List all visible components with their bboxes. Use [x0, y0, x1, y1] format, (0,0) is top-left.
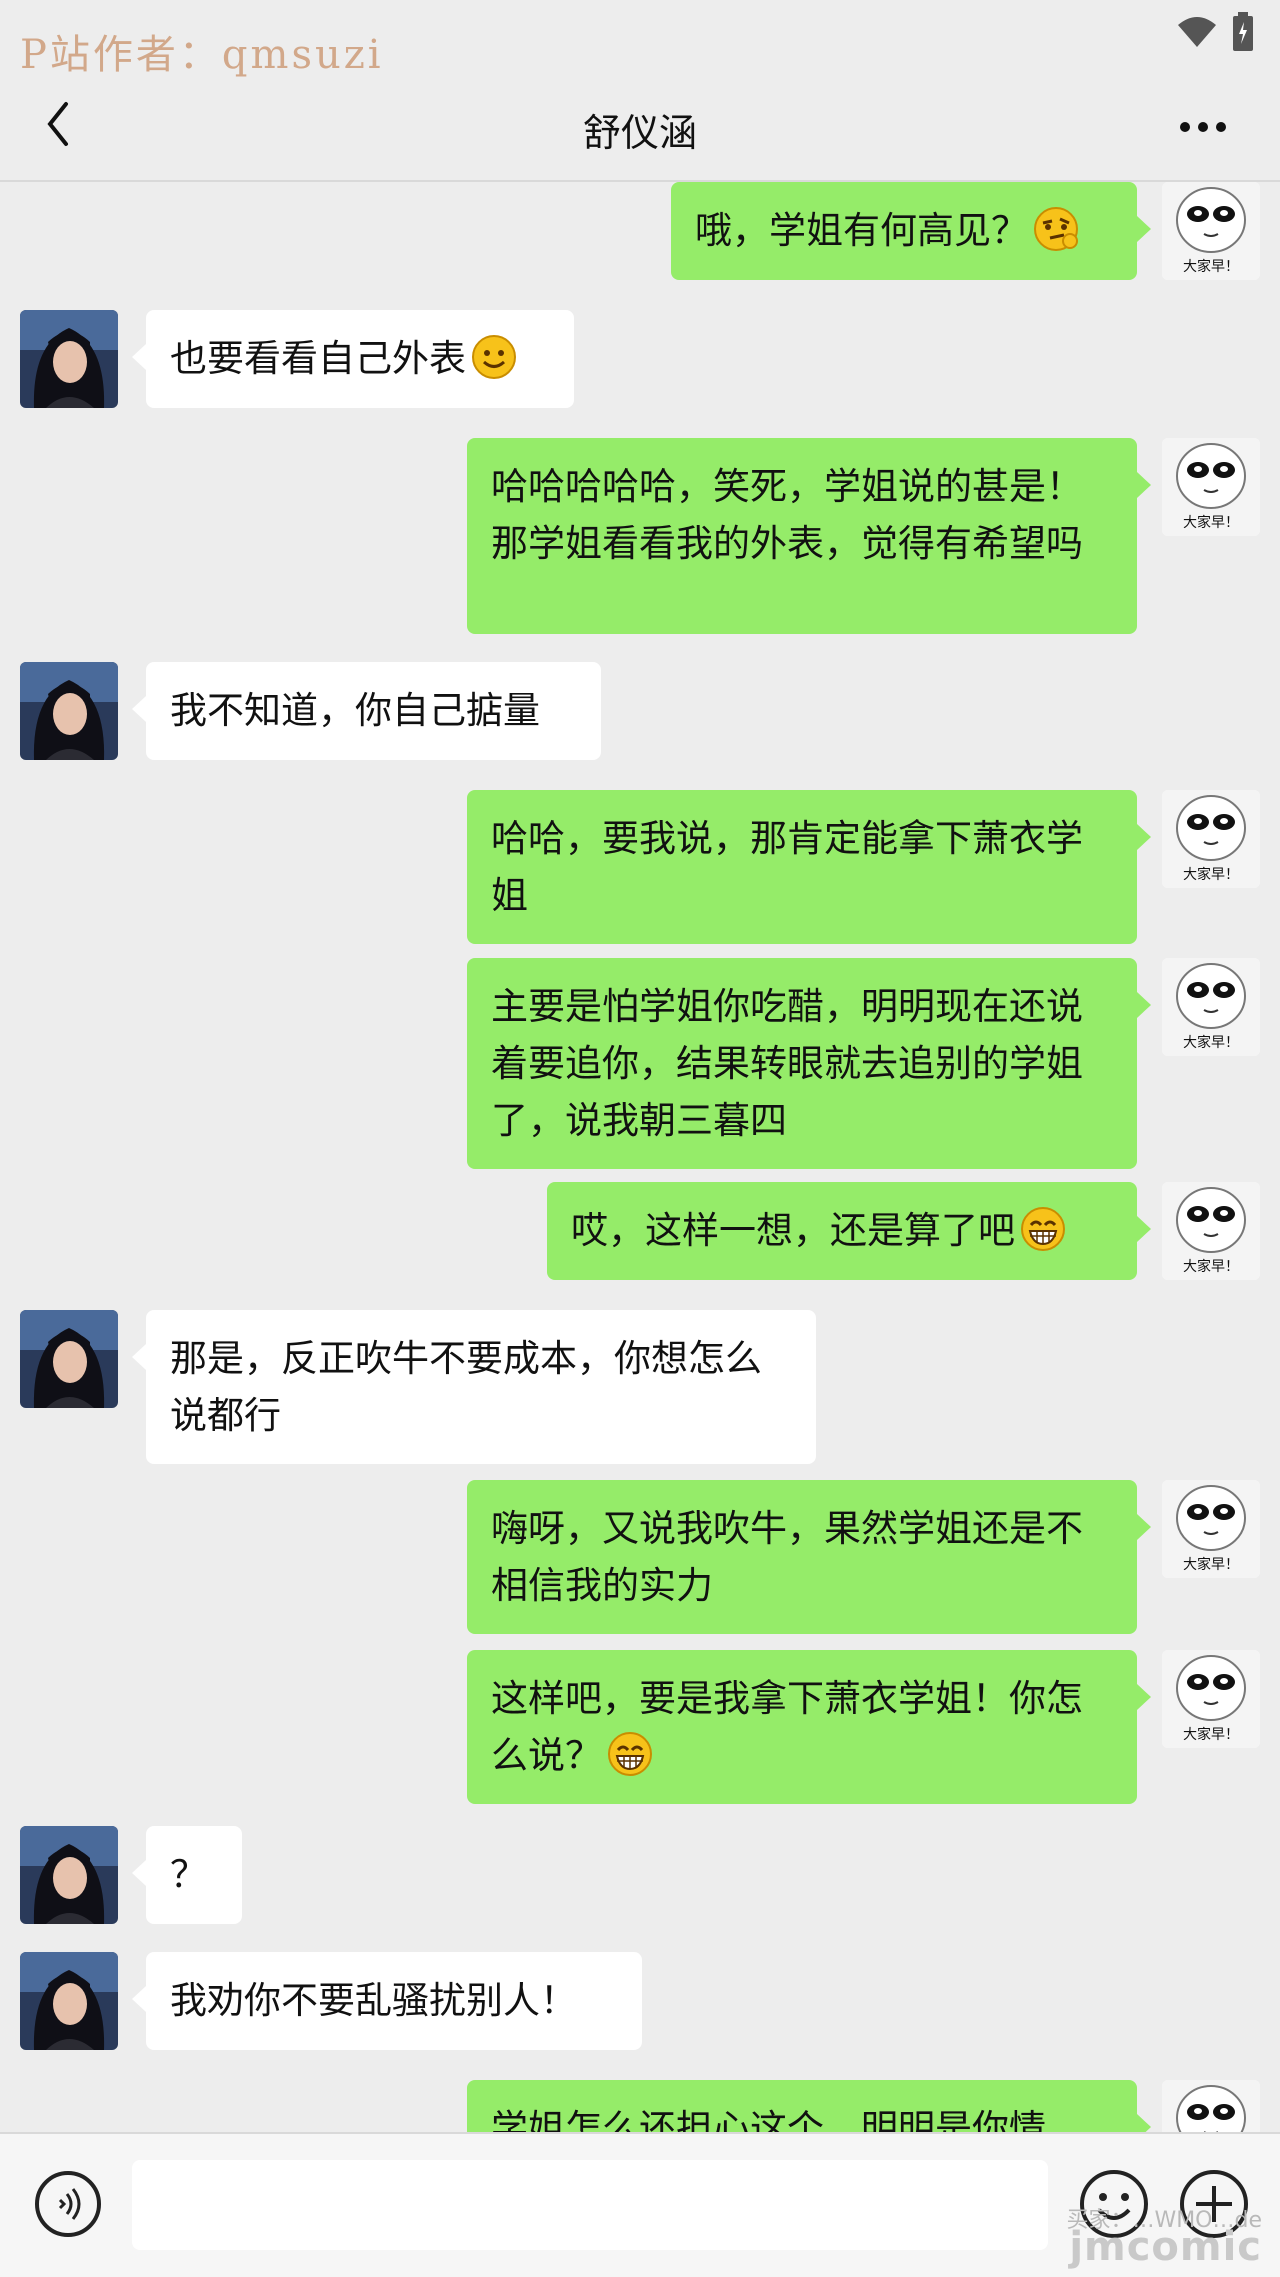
message-text: 哎，这样一想，还是算了吧 — [571, 1209, 1015, 1252]
message-bubble[interactable]: ？ — [132, 1826, 242, 1924]
message-bubble[interactable]: 我不知道，你自己掂量 — [132, 662, 601, 760]
message-bubble[interactable]: 主要是怕学姐你吃醋，明明现在还说着要追你，结果转眼就去追别的学姐了，说我朝三暮四 — [467, 958, 1151, 1169]
outgoing-message: 大家早！ 学姐怎么还担心这个，明明是你情 — [0, 2080, 1280, 2132]
message-text: 也要看看自己外表 — [170, 337, 466, 380]
avatar-caption: 大家早！ — [1183, 1035, 1239, 1051]
message-text: 我不知道，你自己掂量 — [170, 689, 540, 732]
message-text: 学姐怎么还担心这个，明明是你情 — [491, 2107, 1046, 2132]
grin-emoji-icon — [608, 1732, 652, 1776]
outgoing-message: 大家早！ 哦，学姐有何高见？ — [0, 182, 1280, 280]
outgoing-message: 大家早！ 这样吧，要是我拿下萧衣学姐！你怎么说？ — [0, 1650, 1280, 1804]
message-bubble[interactable]: 那是，反正吹牛不要成本，你想怎么说都行 — [132, 1310, 816, 1464]
message-text: 哈哈，要我说，那肯定能拿下萧衣学姐 — [491, 817, 1083, 917]
message-bubble[interactable]: 我劝你不要乱骚扰别人！ — [132, 1952, 642, 2050]
more-dots-icon[interactable] — [1178, 120, 1228, 134]
avatar[interactable]: 大家早！ — [1162, 182, 1260, 280]
message-bubble[interactable]: 哈哈哈哈哈，笑死，学姐说的甚是！那学姐看看我的外表，觉得有希望吗 — [467, 438, 1151, 634]
site-watermark-logo: jmcomic — [1069, 2224, 1262, 2270]
avatar[interactable] — [20, 662, 118, 760]
avatar[interactable]: 大家早！ — [1162, 1650, 1260, 1748]
avatar-caption: 大家早！ — [1183, 867, 1239, 883]
chat-header: 舒仪涵 — [0, 70, 1280, 182]
avatar[interactable]: 大家早！ — [1162, 790, 1260, 888]
input-bar: 买家：…WMO…de jmcomic — [0, 2132, 1280, 2277]
message-text: 主要是怕学姐你吃醋，明明现在还说着要追你，结果转眼就去追别的学姐了，说我朝三暮四 — [491, 985, 1083, 1142]
message-bubble[interactable]: 学姐怎么还担心这个，明明是你情 — [467, 2080, 1151, 2132]
avatar-caption: 大家早！ — [1183, 1557, 1239, 1573]
avatar[interactable]: 大家早！ — [1162, 2080, 1260, 2132]
voice-icon[interactable] — [34, 2170, 102, 2238]
incoming-message: 也要看看自己外表 — [0, 310, 1280, 408]
thinking-emoji-icon — [1034, 207, 1078, 251]
outgoing-message: 大家早！ 哎，这样一想，还是算了吧 — [0, 1182, 1280, 1280]
message-input[interactable] — [132, 2160, 1048, 2250]
wifi-icon — [1178, 17, 1216, 47]
incoming-message: 那是，反正吹牛不要成本，你想怎么说都行 — [0, 1310, 1280, 1464]
avatar-caption: 大家早！ — [1183, 259, 1239, 275]
status-bar — [1176, 12, 1254, 52]
message-text: 这样吧，要是我拿下萧衣学姐！你怎么说？ — [491, 1677, 1083, 1777]
message-text: 嗨呀，又说我吹牛，果然学姐还是不相信我的实力 — [491, 1507, 1083, 1607]
message-text: 那是，反正吹牛不要成本，你想怎么说都行 — [170, 1337, 762, 1437]
message-text: 哦，学姐有何高见？ — [695, 209, 1028, 252]
avatar-caption: 大家早！ — [1183, 1727, 1239, 1743]
incoming-message: ？ — [0, 1826, 1280, 1924]
avatar-caption: 大家早！ — [1183, 515, 1239, 531]
grin-emoji-icon — [1021, 1207, 1065, 1251]
message-bubble[interactable]: 哎，这样一想，还是算了吧 — [547, 1182, 1151, 1280]
message-bubble[interactable]: 哦，学姐有何高见？ — [671, 182, 1151, 280]
outgoing-message: 大家早！ 主要是怕学姐你吃醋，明明现在还说着要追你，结果转眼就去追别的学姐了，说我… — [0, 958, 1280, 1169]
message-bubble[interactable]: 哈哈，要我说，那肯定能拿下萧衣学姐 — [467, 790, 1151, 944]
page-title: 舒仪涵 — [582, 111, 697, 155]
battery-icon — [1233, 12, 1253, 51]
avatar[interactable] — [20, 310, 118, 408]
outgoing-message: 大家早！ 哈哈哈哈哈，笑死，学姐说的甚是！那学姐看看我的外表，觉得有希望吗 — [0, 438, 1280, 634]
incoming-message: 我劝你不要乱骚扰别人！ — [0, 1952, 1280, 2050]
outgoing-message: 大家早！ 嗨呀，又说我吹牛，果然学姐还是不相信我的实力 — [0, 1480, 1280, 1634]
avatar[interactable]: 大家早！ — [1162, 1182, 1260, 1280]
avatar-caption: 大家早！ — [1183, 1259, 1239, 1275]
outgoing-message: 大家早！ 哈哈，要我说，那肯定能拿下萧衣学姐 — [0, 790, 1280, 944]
message-list[interactable]: 大家早！ 哦，学姐有何高见？ 也要看看自己外表 大家早！ 哈哈哈哈哈，笑死，学姐说的甚是… — [0, 182, 1280, 2132]
message-bubble[interactable]: 嗨呀，又说我吹牛，果然学姐还是不相信我的实力 — [467, 1480, 1151, 1634]
avatar[interactable]: 大家早！ — [1162, 1480, 1260, 1578]
avatar[interactable] — [20, 1826, 118, 1924]
avatar[interactable] — [20, 1310, 118, 1408]
site-watermark: 买家：…WMO…de jmcomic — [1066, 2208, 1262, 2270]
avatar[interactable]: 大家早！ — [1162, 958, 1260, 1056]
incoming-message: 我不知道，你自己掂量 — [0, 662, 1280, 760]
message-text: 我劝你不要乱骚扰别人！ — [170, 1979, 577, 2022]
smile-emoji-icon — [472, 335, 516, 379]
message-text: ？ — [170, 1853, 207, 1896]
message-bubble[interactable]: 也要看看自己外表 — [132, 310, 574, 408]
avatar[interactable] — [20, 1952, 118, 2050]
message-text: 哈哈哈哈哈，笑死，学姐说的甚是！那学姐看看我的外表，觉得有希望吗 — [491, 465, 1083, 565]
message-bubble[interactable]: 这样吧，要是我拿下萧衣学姐！你怎么说？ — [467, 1650, 1151, 1804]
avatar[interactable]: 大家早！ — [1162, 438, 1260, 536]
